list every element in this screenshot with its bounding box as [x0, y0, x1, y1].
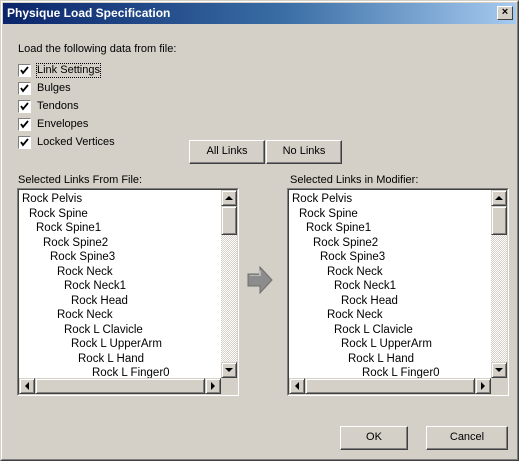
file-links-list[interactable]: Rock Pelvis Rock Spine Rock Spine1 Rock … — [19, 190, 221, 378]
list-item[interactable]: Rock L Clavicle — [64, 324, 143, 337]
checkbox-label: Link Settings — [36, 63, 101, 78]
scroll-thumb[interactable] — [221, 206, 237, 235]
checkbox-label: Locked Vertices — [37, 136, 115, 148]
checkbox-box[interactable] — [18, 136, 31, 149]
scroll-right-button[interactable] — [475, 378, 491, 394]
list-item[interactable]: Rock L Finger0 — [362, 367, 440, 378]
scroll-right-icon — [481, 382, 485, 390]
cancel-button[interactable]: Cancel — [426, 426, 508, 450]
scroll-thumb[interactable] — [491, 206, 507, 235]
list-item[interactable]: Rock L Finger0 — [92, 367, 170, 378]
list-item[interactable]: Rock Spine3 — [50, 251, 115, 264]
checkbox-box[interactable] — [18, 64, 31, 77]
list-item[interactable]: Rock Head — [71, 295, 128, 308]
list-item[interactable]: Rock L UpperArm — [341, 338, 432, 351]
list-item[interactable]: Rock Head — [341, 295, 398, 308]
checkbox-box[interactable] — [18, 82, 31, 95]
list-item[interactable]: Rock Spine1 — [306, 222, 371, 235]
list-item[interactable]: Rock Spine — [29, 208, 88, 221]
scroll-down-button[interactable] — [491, 362, 507, 378]
left-list-label: Selected Links From File: — [18, 174, 143, 186]
list-item[interactable]: Rock Pelvis — [292, 193, 352, 206]
list-item[interactable]: Rock L UpperArm — [71, 338, 162, 351]
checkbox-label: Envelopes — [37, 118, 89, 130]
checkbox-label: Tendons — [37, 100, 79, 112]
list-item[interactable]: Rock Spine3 — [320, 251, 385, 264]
arrow-right-icon — [247, 265, 273, 295]
scroll-thumb[interactable] — [305, 378, 475, 394]
scroll-right-button[interactable] — [205, 378, 221, 394]
list-item[interactable]: Rock L Hand — [78, 353, 144, 366]
close-button[interactable]: × — [497, 6, 513, 20]
ok-button[interactable]: OK — [340, 426, 408, 450]
list-item[interactable]: Rock Neck1 — [64, 280, 126, 293]
scroll-corner — [491, 378, 507, 394]
checkbox-box[interactable] — [18, 118, 31, 131]
title-bar[interactable]: Physique Load Specification × — [3, 3, 516, 24]
scroll-left-icon — [295, 382, 299, 390]
file-links-listbox[interactable]: Rock Pelvis Rock Spine Rock Spine1 Rock … — [17, 188, 239, 396]
checkmark-icon — [20, 120, 29, 129]
horizontal-scrollbar[interactable] — [19, 378, 221, 394]
modifier-links-listbox[interactable]: Rock Pelvis Rock Spine Rock Spine1 Rock … — [287, 188, 509, 396]
list-item[interactable]: Rock Neck — [57, 266, 113, 279]
checkmark-icon — [20, 102, 29, 111]
close-icon: × — [501, 6, 509, 18]
vertical-scrollbar[interactable] — [221, 190, 237, 378]
scroll-down-icon — [495, 368, 503, 372]
list-item[interactable]: Rock Neck1 — [334, 280, 396, 293]
scroll-up-button[interactable] — [221, 190, 237, 206]
list-item[interactable]: Rock Spine2 — [313, 237, 378, 250]
scroll-right-icon — [211, 382, 215, 390]
vertical-scrollbar[interactable] — [491, 190, 507, 378]
list-item[interactable]: Rock Spine1 — [36, 222, 101, 235]
checkmark-icon — [20, 84, 29, 93]
scroll-left-button[interactable] — [289, 378, 305, 394]
list-item[interactable]: Rock L Clavicle — [334, 324, 413, 337]
no-links-button[interactable]: No Links — [266, 140, 342, 164]
right-list-label: Selected Links in Modifier: — [290, 174, 419, 186]
list-item[interactable]: Rock Neck — [327, 309, 383, 322]
checkbox-label: Bulges — [37, 82, 71, 94]
scroll-thumb[interactable] — [35, 378, 205, 394]
modifier-links-list[interactable]: Rock Pelvis Rock Spine Rock Spine1 Rock … — [289, 190, 491, 378]
scroll-up-icon — [495, 196, 503, 200]
checkmark-icon — [20, 138, 29, 147]
list-item[interactable]: Rock Neck — [327, 266, 383, 279]
scroll-down-icon — [225, 368, 233, 372]
all-links-button[interactable]: All Links — [189, 140, 265, 164]
intro-label: Load the following data from file: — [18, 43, 177, 55]
scroll-down-button[interactable] — [221, 362, 237, 378]
scroll-left-button[interactable] — [19, 378, 35, 394]
checkbox-box[interactable] — [18, 100, 31, 113]
list-item[interactable]: Rock Neck — [57, 309, 113, 322]
dialog-window: Physique Load Specification × Load the f… — [0, 0, 519, 461]
checkmark-icon — [20, 66, 29, 75]
list-item[interactable]: Rock Spine2 — [43, 237, 108, 250]
scroll-left-icon — [25, 382, 29, 390]
window-title: Physique Load Specification — [7, 6, 171, 20]
horizontal-scrollbar[interactable] — [289, 378, 491, 394]
scroll-up-icon — [225, 196, 233, 200]
scroll-corner — [221, 378, 237, 394]
list-item[interactable]: Rock L Hand — [348, 353, 414, 366]
list-item[interactable]: Rock Pelvis — [22, 193, 82, 206]
list-item[interactable]: Rock Spine — [299, 208, 358, 221]
scroll-up-button[interactable] — [491, 190, 507, 206]
